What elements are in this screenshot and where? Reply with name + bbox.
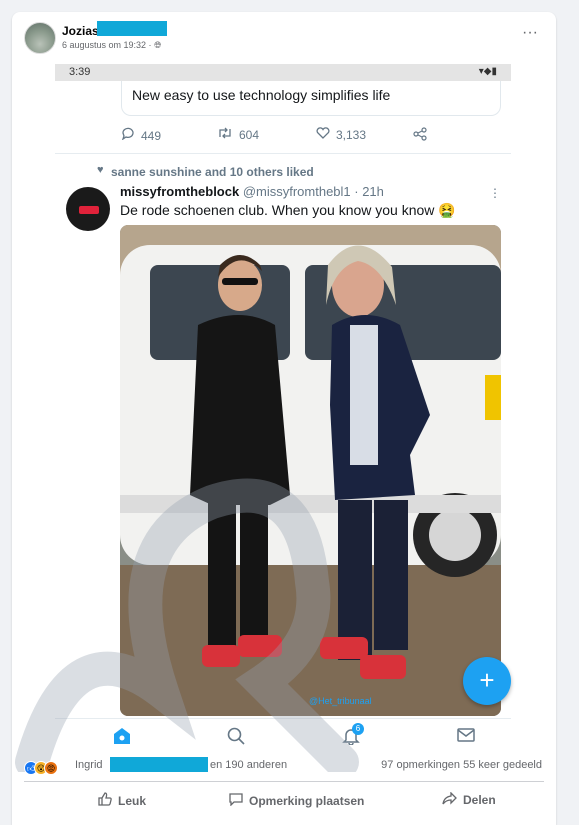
- reply-icon: [121, 127, 135, 143]
- divider: [55, 153, 511, 154]
- liked-heart-icon: ♥: [97, 164, 104, 176]
- share-label: Delen: [463, 793, 496, 807]
- status-time: 3:39: [69, 66, 91, 78]
- compose-tweet-fab: +: [463, 657, 511, 705]
- tweet-author: missyfromtheblock @missyfromthebl1 · 21h: [120, 184, 384, 199]
- redaction-block: [97, 21, 167, 36]
- avatar-badge: [79, 206, 99, 214]
- status-icons: ▾◆▮: [478, 66, 497, 77]
- post-header: Jozias 6 augustus om 19:32 · 🌐︎ ···: [12, 12, 556, 64]
- retweet-icon: [217, 127, 233, 142]
- phone-status-bar: 3:39 ▾◆▮: [55, 64, 511, 81]
- watermark-handle: @Het_tribunaal: [309, 696, 372, 706]
- share-arrow-icon: [442, 791, 457, 808]
- author-name[interactable]: Jozias: [62, 24, 99, 38]
- tweet-text: De rode schoenen club. When you know you…: [120, 202, 456, 218]
- comment-button[interactable]: Opmerking plaatsen: [229, 792, 364, 809]
- post-timestamp[interactable]: 6 augustus om 19:32 · 🌐︎: [62, 40, 161, 51]
- like-count: 3,133: [336, 128, 367, 142]
- notification-badge: 6: [352, 723, 364, 735]
- like-label: Leuk: [118, 794, 147, 808]
- share-action: [413, 127, 433, 144]
- comment-share-counts[interactable]: 97 opmerkingen 55 keer gedeeld: [381, 759, 542, 771]
- tweet-handle: @missyfromthebl1 · 21h: [239, 184, 384, 199]
- comment-icon: [229, 792, 243, 809]
- thumbs-up-icon: [98, 792, 112, 809]
- angry-reaction-icon: 😡︎: [44, 761, 58, 775]
- reply-count: 449: [141, 129, 162, 143]
- reply-action: 449: [121, 127, 161, 143]
- globe-icon: 🌐︎: [154, 40, 162, 50]
- reaction-others[interactable]: en 190 anderen: [210, 759, 287, 771]
- share-button[interactable]: Delen: [442, 791, 496, 808]
- home-icon: [113, 727, 131, 750]
- retweet-action: 604: [217, 127, 259, 142]
- reaction-names[interactable]: Ingrid: [75, 759, 103, 771]
- tweet-photo: [120, 225, 501, 716]
- twitter-bottom-nav: 6: [55, 718, 511, 752]
- quoted-tweet-box: New easy to use technology simplifies li…: [121, 81, 501, 116]
- tweet-action-row: 449 604 3,133: [55, 124, 511, 146]
- share-icon: [413, 127, 427, 144]
- messages-icon: [457, 727, 475, 748]
- quoted-tweet-text: New easy to use technology simplifies li…: [132, 87, 391, 103]
- tweet-author-avatar: [66, 187, 110, 231]
- post-action-bar: Leuk Opmerking plaatsen Delen: [24, 781, 544, 817]
- like-button[interactable]: Leuk: [98, 792, 146, 809]
- timestamp-text: 6 augustus om 19:32 ·: [62, 40, 155, 50]
- reaction-icons[interactable]: 👍︎ 😮︎ 😡︎: [24, 758, 58, 775]
- embedded-twitter-screenshot[interactable]: 3:39 ▾◆▮ New easy to use technology simp…: [55, 64, 511, 752]
- author-avatar[interactable]: [24, 22, 56, 54]
- more-options-button[interactable]: ···: [520, 25, 540, 46]
- retweet-count: 604: [239, 128, 260, 142]
- facebook-post-card: Jozias 6 augustus om 19:32 · 🌐︎ ··· 3:39…: [12, 12, 556, 825]
- search-icon: [227, 727, 245, 750]
- tweet-display-name: missyfromtheblock: [120, 184, 240, 199]
- heart-icon: [316, 127, 330, 142]
- reactions-summary: 👍︎ 😮︎ 😡︎ Ingrid en 190 anderen 97 opmerkin…: [12, 752, 556, 780]
- like-action: 3,133: [316, 127, 366, 142]
- redaction-block: [110, 757, 208, 772]
- liked-by-text: sanne sunshine and 10 others liked: [111, 165, 314, 179]
- comment-label: Opmerking plaatsen: [249, 794, 365, 808]
- photo-illustration: [120, 225, 501, 716]
- tweet-more-icon: ⋮: [489, 186, 501, 200]
